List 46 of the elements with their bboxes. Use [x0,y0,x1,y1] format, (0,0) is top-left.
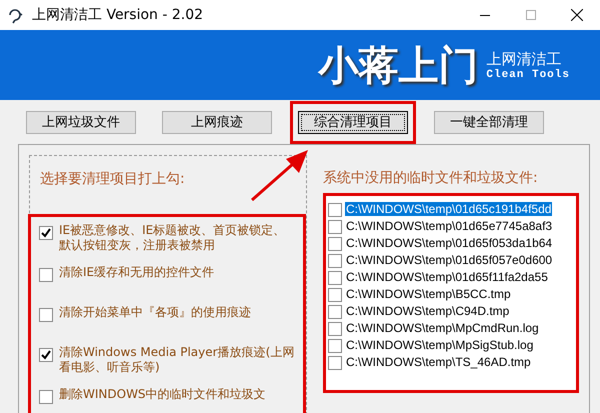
checkbox[interactable] [328,271,342,285]
list-title: 系统中没用的临时文件和垃圾文件: [323,169,539,188]
checkbox[interactable] [328,203,342,217]
checkbox[interactable] [328,356,342,370]
option-label: 清除IE缓存和无用的控件文件 [59,265,214,280]
checkmark-icon [41,228,51,238]
checkbox[interactable] [328,305,342,319]
checkbox[interactable] [39,308,53,322]
option-label: 删除WINDOWS中的临时文件和垃圾文 [59,387,266,402]
window-title: 上网清洁工 Version - 2.02 [32,6,204,24]
checkbox[interactable] [328,237,342,251]
checkbox[interactable] [39,390,53,404]
banner-title: 小蒋上门 [318,42,478,90]
option-label: IE被恶意修改、IE标题被改、首页被锁定、默认按钮变灰，注册表被禁用 [59,223,286,253]
checkbox[interactable] [328,254,342,268]
checkbox[interactable] [328,322,342,336]
option-label: 清除开始菜单中『各项』的使用痕迹 [59,305,251,320]
toolbar-button[interactable]: 综合清理项目 [298,110,408,134]
toolbar-button[interactable]: 上网垃圾文件 [26,110,136,134]
file-path[interactable]: C:\WINDOWS\temp\C94D.tmp [345,304,510,318]
option-label: 清除Windows Media Player播放痕迹(上网看电影、听音乐等) [59,345,296,375]
maximize-icon [526,10,536,20]
file-path[interactable]: C:\WINDOWS\temp\01d65f053da1b64 [345,236,554,250]
app-icon [6,6,24,24]
checkbox[interactable] [328,288,342,302]
checkbox[interactable] [39,268,53,282]
file-path[interactable]: C:\WINDOWS\temp\TS_46AD.tmp [345,354,532,368]
toolbar-button[interactable]: 一键全部清理 [434,110,544,134]
checkbox[interactable] [39,348,53,362]
group-title: 选择要清理项目打上勾: [39,170,185,189]
checkbox[interactable] [39,226,53,240]
minimize-icon [480,14,490,16]
banner-subtitle-english: Clean Tools [486,68,570,80]
checkbox[interactable] [328,339,342,353]
file-path[interactable]: C:\WINDOWS\temp\01d65c191b4f5dd [345,202,552,216]
file-path[interactable]: C:\WINDOWS\temp\01d65f11fa2da55 [345,270,549,284]
checkbox[interactable] [328,220,342,234]
close-icon [571,9,583,21]
banner-subtitle: 上网清洁工 [486,50,562,68]
file-path[interactable]: C:\WINDOWS\temp\01d65f057e0d600 [345,252,554,266]
file-path[interactable]: C:\WINDOWS\temp\B5CC.tmp [345,286,512,300]
checkmark-icon [41,350,51,360]
toolbar-button[interactable]: 上网痕迹 [162,110,272,134]
file-path[interactable]: C:\WINDOWS\temp\MpCmdRun.log [345,320,540,334]
file-path[interactable]: C:\WINDOWS\temp\01d65e7745a8af3 [345,218,554,232]
file-path[interactable]: C:\WINDOWS\temp\MpSigStub.log [345,338,534,352]
